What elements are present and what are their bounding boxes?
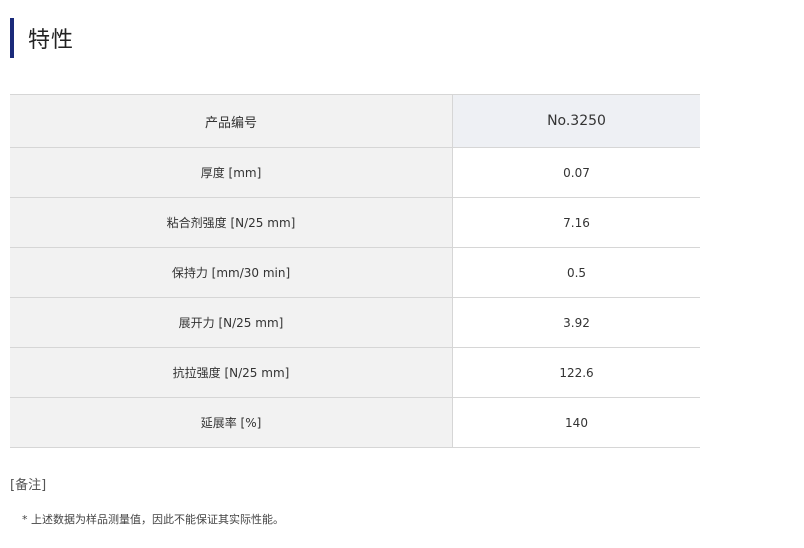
row-value: 7.16 — [452, 197, 700, 248]
note-text: * 上述数据为样品测量值，因此不能保证其实际性能。 — [22, 513, 284, 526]
header-value: No.3250 — [452, 94, 700, 148]
row-value: 140 — [452, 397, 700, 448]
table-row: 展开力 [N/25 mm] 3.92 — [10, 297, 700, 348]
table-row: 厚度 [mm] 0.07 — [10, 147, 700, 198]
row-label: 展开力 [N/25 mm] — [10, 297, 453, 348]
spec-table: 产品编号 No.3250 厚度 [mm] 0.07 粘合剂强度 [N/25 mm… — [10, 94, 700, 448]
table-row: 粘合剂强度 [N/25 mm] 7.16 — [10, 197, 700, 248]
accent-bar — [10, 18, 14, 58]
row-label: 保持力 [mm/30 min] — [10, 247, 453, 298]
row-value: 0.07 — [452, 147, 700, 198]
notes-title: [备注] — [10, 478, 47, 493]
row-label: 抗拉强度 [N/25 mm] — [10, 347, 453, 398]
row-label: 厚度 [mm] — [10, 147, 453, 198]
row-value: 3.92 — [452, 297, 700, 348]
section-title: 特性 — [28, 28, 75, 53]
row-value: 0.5 — [452, 247, 700, 298]
table-row: 延展率 [%] 140 — [10, 397, 700, 448]
row-value: 122.6 — [452, 347, 700, 398]
row-label: 延展率 [%] — [10, 397, 453, 448]
row-label: 粘合剂强度 [N/25 mm] — [10, 197, 453, 248]
table-row: 保持力 [mm/30 min] 0.5 — [10, 247, 700, 298]
table-header-row: 产品编号 No.3250 — [10, 94, 700, 148]
header-label: 产品编号 — [10, 94, 453, 148]
section-heading: 特性 — [10, 18, 74, 58]
table-row: 抗拉强度 [N/25 mm] 122.6 — [10, 347, 700, 398]
